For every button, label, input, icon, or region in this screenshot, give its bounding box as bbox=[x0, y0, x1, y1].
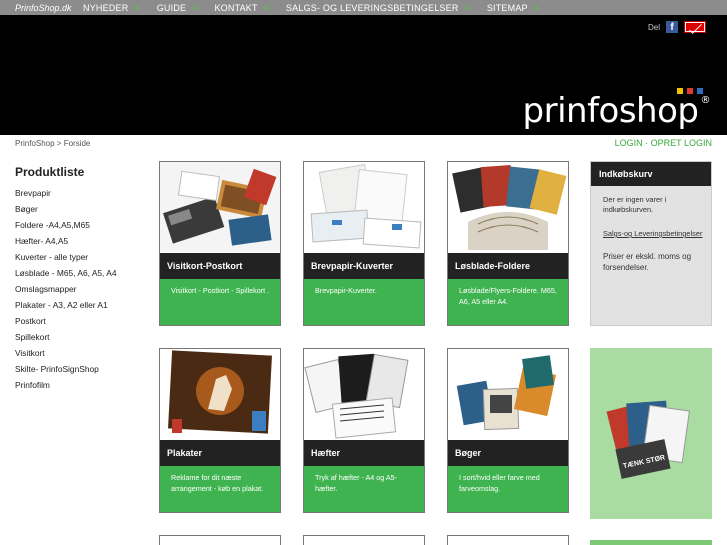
nav-arrow-icon: > bbox=[464, 2, 470, 13]
product-title[interactable]: Bøger bbox=[448, 440, 568, 466]
breadcrumb[interactable]: PrinfoShop > Forside bbox=[15, 139, 90, 148]
cart-title: Indkøbskurv bbox=[591, 162, 711, 186]
product-card-plakater[interactable]: Plakater Reklame for dit næste arrangeme… bbox=[159, 348, 281, 513]
nav-item-guide[interactable]: GUIDE bbox=[157, 3, 187, 13]
product-card-partial[interactable] bbox=[303, 535, 425, 545]
sidebar-item-visitkort[interactable]: Visitkort bbox=[15, 347, 117, 363]
product-card-losblade[interactable]: Løsblade-Foldere Løsblade/Flyers-Foldere… bbox=[447, 161, 569, 326]
product-card-partial[interactable] bbox=[159, 535, 281, 545]
product-card-boger[interactable]: Bøger I sort/hvid eller farve med farveo… bbox=[447, 348, 569, 513]
nav-arrow-icon: > bbox=[263, 2, 269, 13]
email-share-icon[interactable] bbox=[684, 21, 706, 33]
product-description: Visitkort - Postkort - Spillekort . bbox=[160, 279, 280, 325]
sidebar-item-kuverter[interactable]: Kuverter - alle typer bbox=[15, 251, 117, 267]
share-label: Del bbox=[647, 22, 660, 32]
product-title[interactable]: Brevpapir-Kuverter bbox=[304, 253, 424, 279]
product-title[interactable]: Løsblade-Foldere bbox=[448, 253, 568, 279]
sidebar-item-plakater[interactable]: Plakater - A3, A2 eller A1 bbox=[15, 299, 117, 315]
nav-item-nyheder[interactable]: NYHEDER bbox=[83, 3, 128, 13]
product-image-boger[interactable] bbox=[448, 349, 568, 439]
sidebar-item-skilte[interactable]: Skilte- PrinfoSignShop bbox=[15, 363, 117, 379]
product-description: Brevpapir-Kuverter. bbox=[304, 279, 424, 325]
registered-mark: ® bbox=[700, 95, 711, 106]
prinfoshop-logo[interactable]: prinfoshop ® bbox=[522, 91, 711, 131]
product-card-visitkort[interactable]: Visitkort-Postkort Visitkort - Postkort … bbox=[159, 161, 281, 326]
sidebar-item-omslagsmapper[interactable]: Omslagsmapper bbox=[15, 283, 117, 299]
site-brand-link[interactable]: PrinfoShop.dk bbox=[0, 3, 83, 13]
sidebar-title: Produktliste bbox=[15, 165, 85, 179]
sidebar-item-prinfofilm[interactable]: Prinfofilm bbox=[15, 379, 117, 395]
nav-arrow-icon: > bbox=[533, 2, 539, 13]
sidebar-item-haefter[interactable]: Hæfter- A4,A5 bbox=[15, 235, 117, 251]
product-title[interactable]: Plakater bbox=[160, 440, 280, 466]
product-image-brevpapir[interactable] bbox=[304, 162, 424, 252]
promo-banner[interactable]: TÆNK STØR bbox=[590, 348, 712, 519]
product-image-haefter[interactable] bbox=[304, 349, 424, 439]
logo-text: prinfoshop bbox=[522, 91, 699, 131]
product-card-partial[interactable] bbox=[447, 535, 569, 545]
product-list: Brevpapir Bøger Foldere -A4,A5,M65 Hæfte… bbox=[15, 187, 117, 395]
share-bar: Del f bbox=[648, 21, 706, 33]
terms-link[interactable]: Salgs-og Leveringsbetingelser bbox=[603, 229, 703, 239]
product-image-plakater[interactable] bbox=[160, 349, 280, 439]
nav-item-salgsbetingelser[interactable]: SALGS- OG LEVERINGSBETINGELSER bbox=[286, 3, 459, 13]
product-card-haefter[interactable]: Hæfter Tryk af hæfter - A4 og A5-hæfter. bbox=[303, 348, 425, 513]
sidebar-item-postkort[interactable]: Postkort bbox=[15, 315, 117, 331]
product-description: Tryk af hæfter - A4 og A5-hæfter. bbox=[304, 466, 424, 512]
product-description: Løsblade/Flyers-Foldere. M65, A6, A5 ell… bbox=[448, 279, 568, 325]
product-description: I sort/hvid eller farve med farveomslag. bbox=[448, 466, 568, 512]
promo-bottom-strip bbox=[590, 540, 712, 545]
sidebar-item-boger[interactable]: Bøger bbox=[15, 203, 117, 219]
sidebar-item-spillekort[interactable]: Spillekort bbox=[15, 331, 117, 347]
site-header: Del f prinfoshop ® bbox=[0, 15, 727, 135]
nav-arrow-icon: > bbox=[192, 2, 198, 13]
product-title[interactable]: Visitkort-Postkort bbox=[160, 253, 280, 279]
cart-empty-text: Der er ingen varer i indkøbskurven. bbox=[603, 195, 667, 214]
product-card-brevpapir[interactable]: Brevpapir-Kuverter Brevpapir-Kuverter. bbox=[303, 161, 425, 326]
sidebar-item-brevpapir[interactable]: Brevpapir bbox=[15, 187, 117, 203]
nav-item-sitemap[interactable]: SITEMAP bbox=[487, 3, 528, 13]
product-description: Reklame for dit næste arrangement - køb … bbox=[160, 466, 280, 512]
facebook-icon[interactable]: f bbox=[666, 21, 678, 33]
shopping-cart-box: Indkøbskurv Der er ingen varer i indkøbs… bbox=[590, 161, 712, 326]
nav-arrow-icon: > bbox=[134, 2, 140, 13]
product-title[interactable]: Hæfter bbox=[304, 440, 424, 466]
top-nav: PrinfoShop.dk NYHEDER > GUIDE > KONTAKT > S… bbox=[0, 0, 727, 15]
product-image-losblade[interactable] bbox=[448, 162, 568, 252]
nav-item-kontakt[interactable]: KONTAKT bbox=[214, 3, 257, 13]
sidebar-item-losblade[interactable]: Løsblade - M65, A6, A5, A4 bbox=[15, 267, 117, 283]
sidebar-item-foldere[interactable]: Foldere -A4,A5,M65 bbox=[15, 219, 117, 235]
product-image-visitkort[interactable] bbox=[160, 162, 280, 252]
login-links[interactable]: LOGIN · OPRET LOGIN bbox=[615, 138, 712, 148]
price-note: Priser er ekskl. moms og forsendelser. bbox=[603, 252, 692, 272]
